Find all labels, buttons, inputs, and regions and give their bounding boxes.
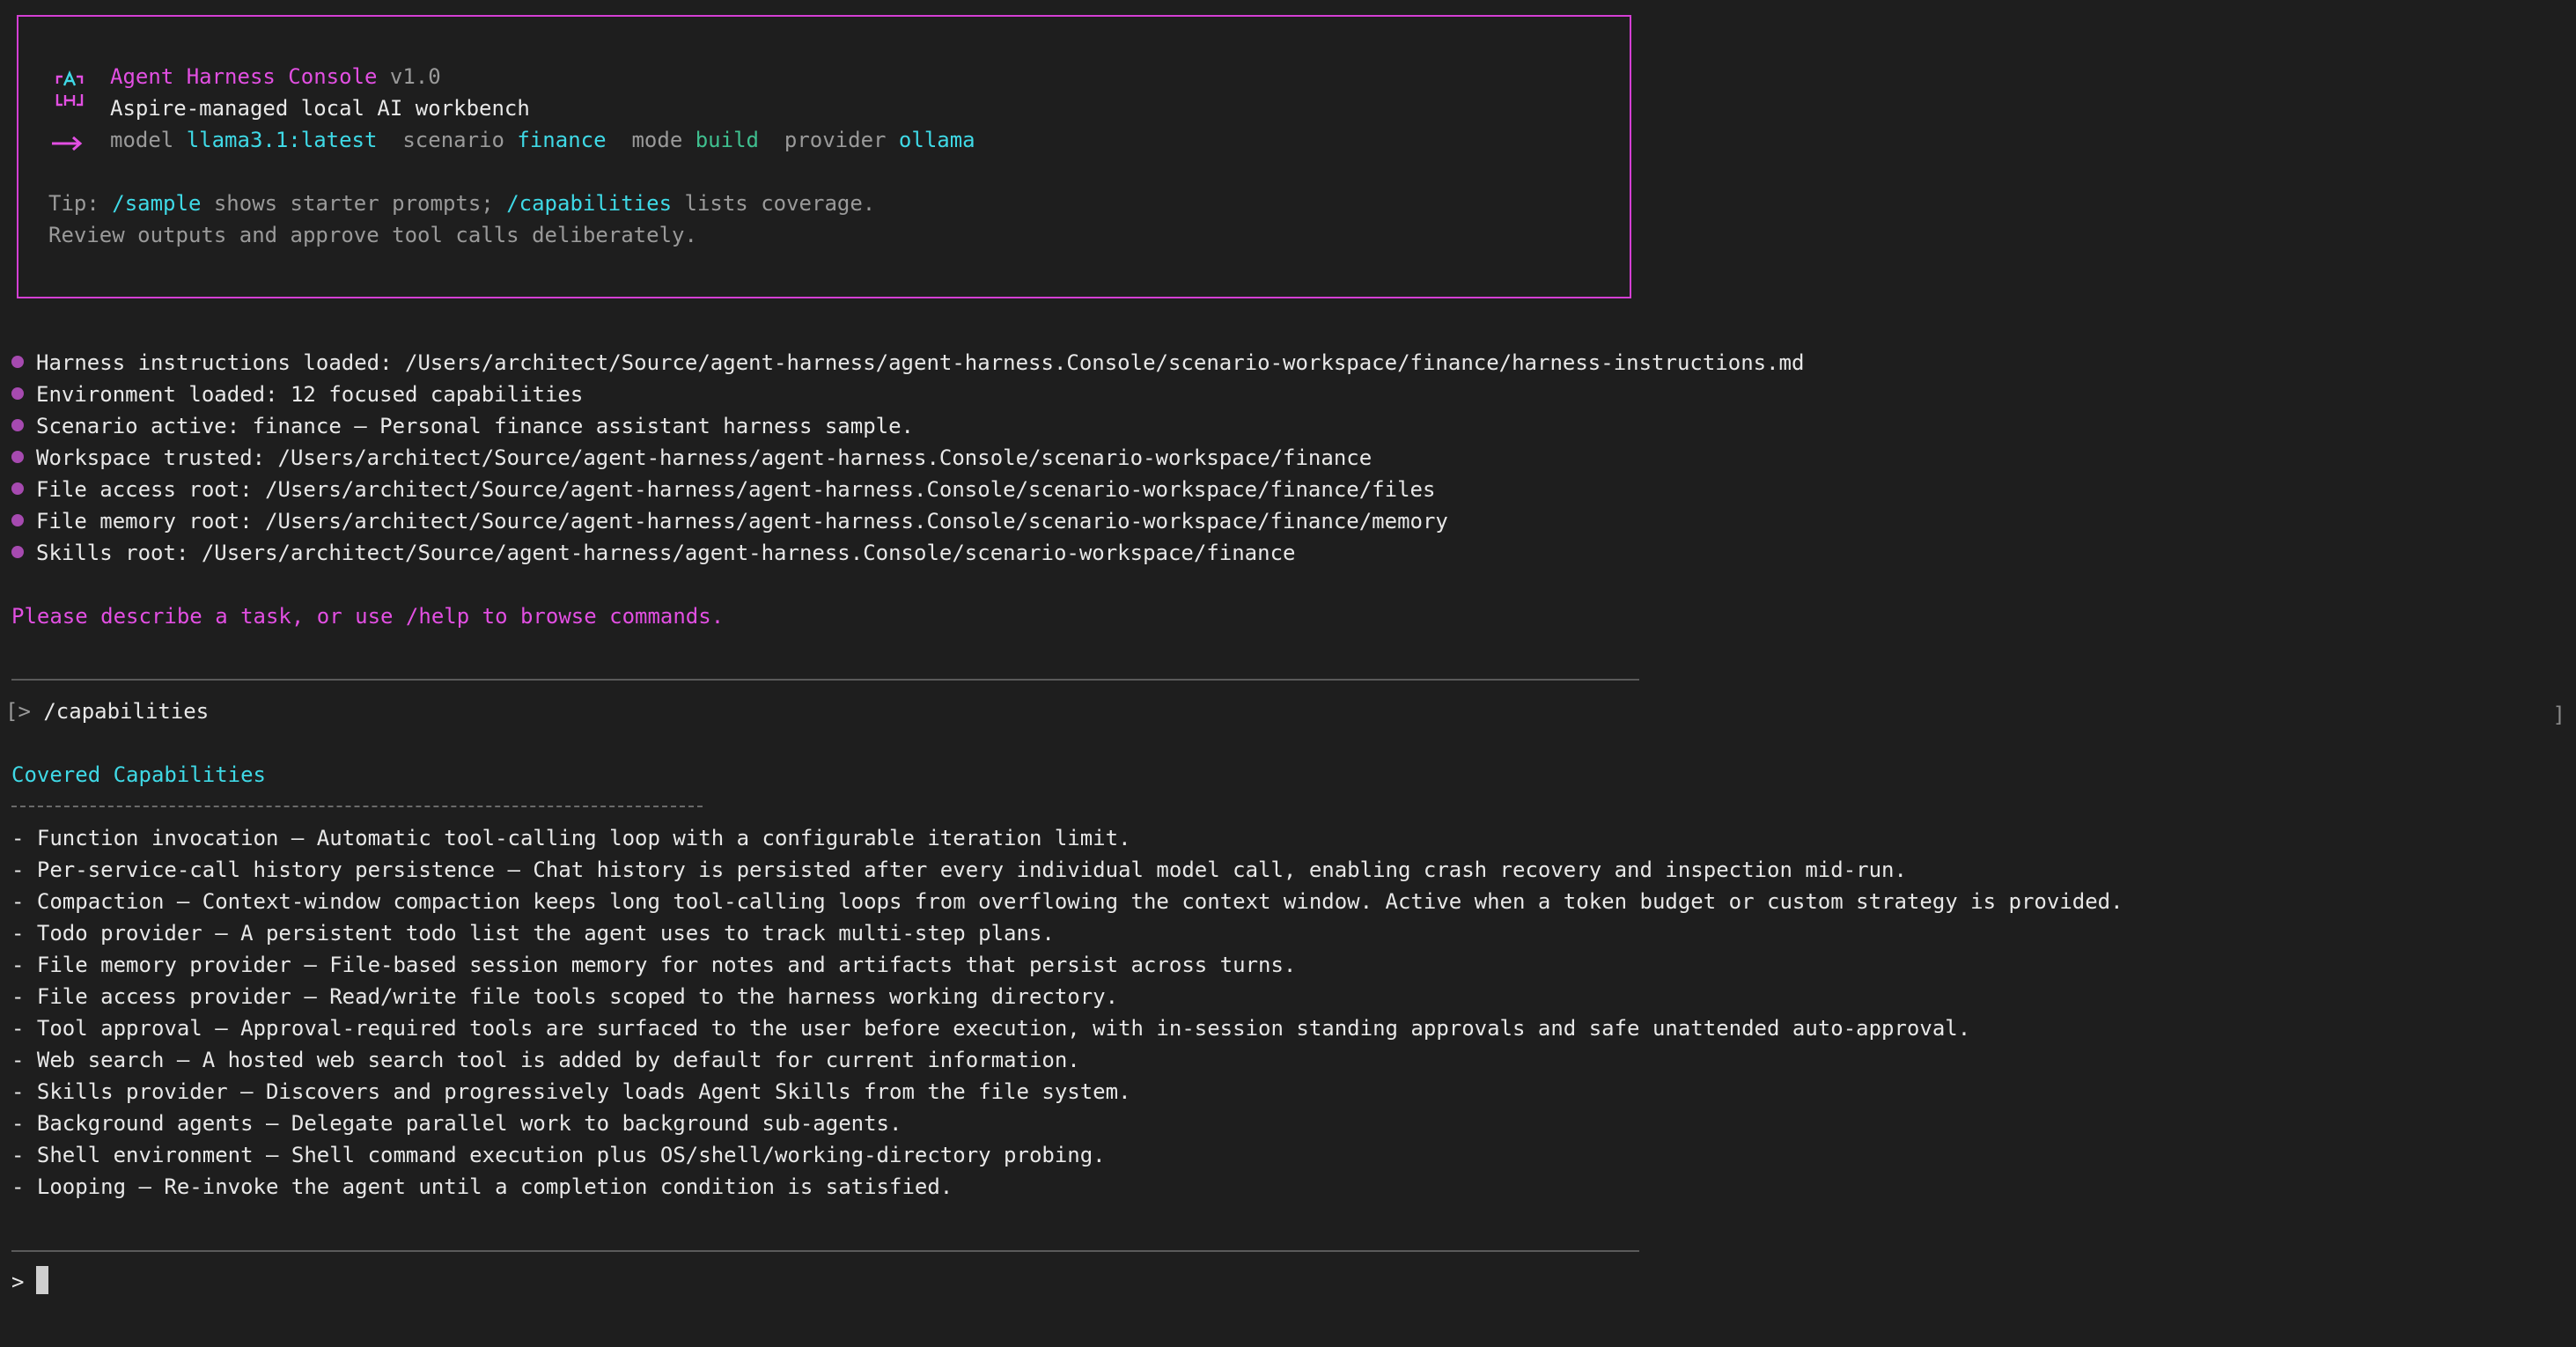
provider-label: provider bbox=[784, 128, 887, 152]
entered-command: /capabilities bbox=[43, 699, 210, 724]
tip-command-capabilities: /capabilities bbox=[506, 191, 673, 216]
mode-value: build bbox=[695, 128, 759, 152]
capability-item: - Skills provider – Discovers and progre… bbox=[11, 1079, 1131, 1104]
agent-logo-icon bbox=[55, 70, 84, 107]
status-line: File memory root: /Users/architect/Sourc… bbox=[11, 505, 1448, 537]
status-text: Harness instructions loaded: /Users/arch… bbox=[36, 350, 1805, 375]
status-bullet-icon bbox=[11, 451, 24, 463]
banner-tip: Tip: /sample shows starter prompts; /cap… bbox=[48, 188, 875, 219]
scenario-value: finance bbox=[517, 128, 607, 152]
status-text: Workspace trusted: /Users/architect/Sour… bbox=[36, 445, 1373, 470]
capabilities-heading: Covered Capabilities bbox=[11, 762, 266, 787]
status-text: File memory root: /Users/architect/Sourc… bbox=[36, 509, 1448, 534]
capability-item: - Todo provider – A persistent todo list… bbox=[11, 921, 1055, 946]
capability-item: - Background agents – Delegate parallel … bbox=[11, 1111, 902, 1136]
divider-bottom bbox=[11, 1250, 1639, 1252]
capability-item: - Tool approval – Approval-required tool… bbox=[11, 1016, 1971, 1041]
status-text: Skills root: /Users/architect/Source/age… bbox=[36, 541, 1296, 565]
command-entry: [> /capabilities bbox=[5, 696, 209, 727]
scenario-label: scenario bbox=[402, 128, 504, 152]
capability-item: - Shell environment – Shell command exec… bbox=[11, 1143, 1106, 1167]
capabilities-underline bbox=[11, 806, 703, 807]
capability-item: - File memory provider – File-based sess… bbox=[11, 953, 1297, 977]
tip-prefix: Tip: bbox=[48, 191, 99, 216]
status-line: Workspace trusted: /Users/architect/Sour… bbox=[11, 442, 1372, 474]
provider-value: ollama bbox=[898, 128, 975, 152]
welcome-banner: Agent Harness Console v1.0 Aspire-manage… bbox=[17, 15, 1631, 298]
command-prompt: [> bbox=[5, 699, 31, 724]
banner-title-row: Agent Harness Console v1.0 bbox=[110, 61, 441, 92]
banner-status-row: model llama3.1:latest scenario finance m… bbox=[110, 124, 975, 156]
input-line[interactable]: > bbox=[11, 1266, 49, 1298]
status-line: Scenario active: finance – Personal fina… bbox=[11, 410, 914, 442]
text-cursor[interactable] bbox=[36, 1266, 49, 1294]
terminal-window: Agent Harness Console v1.0 Aspire-manage… bbox=[0, 0, 2576, 1347]
mode-label: mode bbox=[631, 128, 683, 152]
status-line: File access root: /Users/architect/Sourc… bbox=[11, 474, 1435, 505]
status-line: Environment loaded: 12 focused capabilit… bbox=[11, 379, 583, 410]
status-text: Scenario active: finance – Personal fina… bbox=[36, 414, 914, 438]
tip-text-2: lists coverage. bbox=[684, 191, 876, 216]
status-bullet-icon bbox=[11, 387, 24, 400]
capability-item: - Function invocation – Automatic tool-c… bbox=[11, 826, 1131, 850]
status-line: Skills root: /Users/architect/Source/age… bbox=[11, 537, 1295, 569]
capability-item: - Web search – A hosted web search tool … bbox=[11, 1048, 1080, 1072]
input-prompt: > bbox=[11, 1270, 25, 1294]
prompt-hint: Please describe a task, or use /help to … bbox=[11, 604, 725, 629]
app-version: v1.0 bbox=[389, 64, 441, 89]
capability-item: - Compaction – Context-window compaction… bbox=[11, 889, 2123, 914]
status-bullet-icon bbox=[11, 546, 24, 558]
divider-top bbox=[11, 679, 1639, 681]
banner-tip-2: Review outputs and approve tool calls de… bbox=[48, 223, 697, 247]
status-bullet-icon bbox=[11, 356, 24, 368]
status-text: Environment loaded: 12 focused capabilit… bbox=[36, 382, 584, 407]
status-bullet-icon bbox=[11, 514, 24, 526]
tip-command-sample: /sample bbox=[112, 191, 202, 216]
right-bracket: ] bbox=[2552, 703, 2565, 727]
status-bullet-icon bbox=[11, 482, 24, 495]
capability-item: - File access provider – Read/write file… bbox=[11, 984, 1119, 1009]
status-line: Harness instructions loaded: /Users/arch… bbox=[11, 347, 1804, 379]
arrow-right-icon bbox=[52, 136, 83, 151]
capability-item: - Looping – Re-invoke the agent until a … bbox=[11, 1174, 953, 1199]
tip-text-1: shows starter prompts; bbox=[213, 191, 494, 216]
app-name: Agent Harness Console bbox=[110, 64, 378, 89]
model-label: model bbox=[110, 128, 174, 152]
model-value: llama3.1:latest bbox=[186, 128, 378, 152]
capability-item: - Per-service-call history persistence –… bbox=[11, 858, 1907, 882]
status-text: File access root: /Users/architect/Sourc… bbox=[36, 477, 1436, 502]
status-bullet-icon bbox=[11, 419, 24, 431]
banner-subtitle: Aspire-managed local AI workbench bbox=[110, 96, 530, 121]
